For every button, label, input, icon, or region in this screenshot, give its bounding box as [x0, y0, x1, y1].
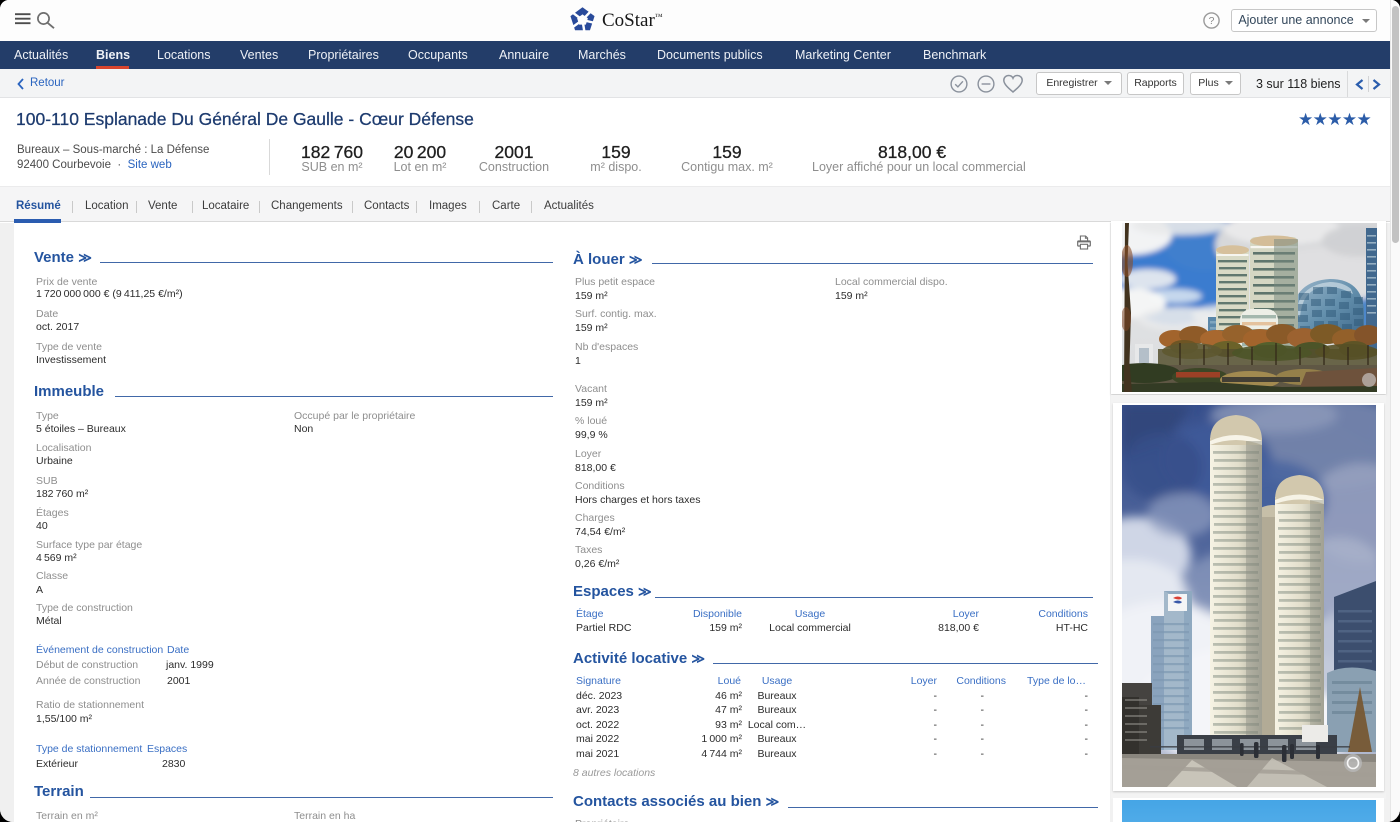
svg-text:?: ? — [1209, 15, 1215, 27]
